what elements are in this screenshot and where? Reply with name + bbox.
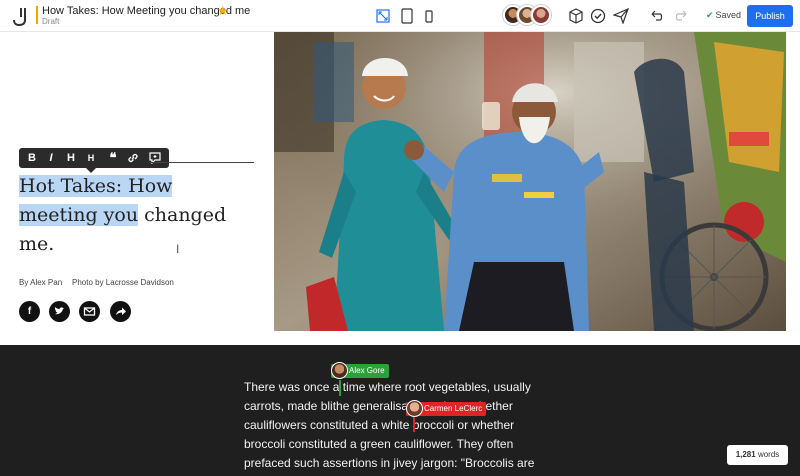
- collaborator-name: Carmen LeClerc: [424, 404, 483, 413]
- cube-icon[interactable]: [568, 8, 584, 24]
- word-count-value: 1,281: [735, 450, 756, 459]
- link-icon[interactable]: [127, 152, 139, 164]
- desktop-view-icon[interactable]: [376, 8, 390, 24]
- italic-button[interactable]: I: [42, 148, 60, 168]
- text-cursor-icon: I: [176, 242, 180, 256]
- collaborator-caret: [413, 416, 415, 432]
- heading1-button[interactable]: H: [62, 148, 80, 168]
- body-line[interactable]: cauliflowers constituted a white broccol…: [244, 416, 554, 435]
- collaborator-caret: [339, 380, 341, 396]
- body-line[interactable]: prefaced such assertions in jivey jargon…: [244, 454, 554, 473]
- body-line[interactable]: carrots, made blithe generalisations abo…: [244, 397, 554, 416]
- byline[interactable]: By Alex Pan: [19, 278, 62, 287]
- undo-icon[interactable]: [648, 8, 664, 24]
- title-selected-text[interactable]: Hot Takes: How: [19, 175, 173, 197]
- collaborator-tag: Carmen LeClerc: [406, 400, 487, 417]
- avatar: [406, 400, 423, 417]
- title-divider: [150, 162, 254, 163]
- hero-photo[interactable]: [274, 32, 786, 331]
- heading2-button[interactable]: H: [82, 148, 100, 168]
- title-selected-text[interactable]: meeting you: [19, 204, 139, 226]
- avatar[interactable]: [531, 5, 551, 25]
- collaborator-tag: Alex Gore: [331, 362, 389, 379]
- star-icon[interactable]: ★: [217, 3, 229, 19]
- saved-check-icon: ✔: [706, 10, 714, 20]
- word-count-label: words: [757, 450, 780, 459]
- post-title[interactable]: Hot Takes: How meeting you changed me.: [19, 172, 259, 259]
- twitter-icon[interactable]: [49, 301, 70, 322]
- bold-button[interactable]: B: [23, 148, 41, 168]
- send-icon[interactable]: [613, 8, 629, 24]
- save-status: ✔ Saved: [706, 10, 741, 21]
- title-text[interactable]: me.: [19, 233, 54, 255]
- title-accent-bar: [36, 6, 38, 24]
- redo-icon[interactable]: [674, 8, 690, 24]
- top-bar: How Takes: How Meeting you changed me ★ …: [0, 0, 800, 32]
- email-icon[interactable]: [79, 301, 100, 322]
- body-line[interactable]: broccoli constituted a green cauliflower…: [244, 435, 554, 454]
- body-line[interactable]: There was once a time where root vegetab…: [244, 378, 554, 397]
- tablet-view-icon[interactable]: [400, 8, 414, 24]
- publish-button[interactable]: Publish: [747, 5, 793, 27]
- mobile-view-icon[interactable]: [422, 8, 436, 24]
- share-icon[interactable]: [110, 301, 131, 322]
- facebook-icon[interactable]: f: [19, 301, 40, 322]
- word-count: 1,281 words: [727, 445, 788, 465]
- check-circle-icon[interactable]: [590, 8, 606, 24]
- quote-button[interactable]: ❝: [104, 148, 122, 168]
- body-paragraph[interactable]: There was once a time where root vegetab…: [244, 378, 554, 473]
- collaborator-avatars[interactable]: [503, 5, 553, 27]
- title-text[interactable]: changed: [138, 204, 226, 226]
- avatar: [331, 362, 348, 379]
- format-toolbar: B I H H ❝: [19, 148, 169, 168]
- document-status: Draft: [42, 17, 60, 26]
- collaborator-name: Alex Gore: [349, 366, 385, 375]
- saved-label: Saved: [715, 10, 742, 20]
- photo-credit[interactable]: Photo by Lacrosse Davidson: [72, 278, 174, 287]
- app-logo-icon[interactable]: [10, 5, 32, 27]
